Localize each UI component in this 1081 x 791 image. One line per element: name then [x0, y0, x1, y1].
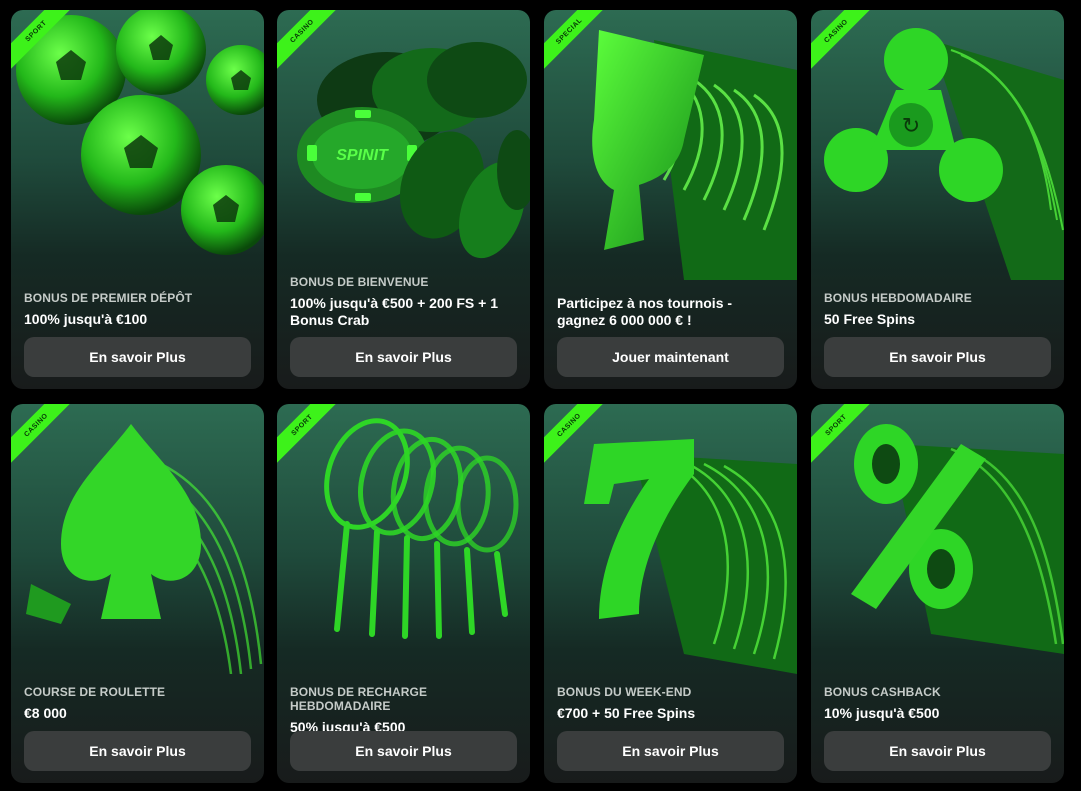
promo-card-first-deposit[interactable]: SPORT BONUS DE PREMIER DÉPÔT 100% jusqu'… — [11, 10, 264, 389]
tennis-rackets-image — [277, 404, 530, 674]
lucky-seven-image — [544, 404, 797, 674]
learn-more-button[interactable]: En savoir Plus — [824, 731, 1051, 771]
play-now-button[interactable]: Jouer maintenant — [557, 337, 784, 377]
trophy-image — [544, 10, 797, 280]
svg-text:↻: ↻ — [902, 114, 920, 139]
promo-card-tournaments[interactable]: SPECIAL Participez à nos tournois - gagn… — [544, 10, 797, 389]
learn-more-button[interactable]: En savoir Plus — [24, 731, 251, 771]
learn-more-button[interactable]: En savoir Plus — [557, 731, 784, 771]
promo-title: €700 + 50 Free Spins — [557, 705, 696, 721]
poker-chips-image: SPINIT — [277, 10, 530, 265]
promo-title: Participez à nos tournois - gagnez 6 000… — [557, 295, 733, 328]
promo-card-weekly-reload[interactable]: SPORT BONUS DE RECHARGE HEBDOMADAIRE 50%… — [277, 404, 530, 783]
promo-title: 100% jusqu'à €500 + 200 FS + 1 Bonus Cra… — [290, 295, 499, 328]
chip-logo-text: SPINIT — [336, 147, 389, 164]
promo-title: 10% jusqu'à €500 — [824, 705, 940, 721]
percent-sign-image — [811, 404, 1064, 674]
promo-card-roulette-race[interactable]: CASINO COURSE DE ROULETTE €8 000 En savo… — [11, 404, 264, 783]
promotions-grid: SPORT BONUS DE PREMIER DÉPÔT 100% jusqu'… — [0, 0, 1081, 791]
promo-card-cashback[interactable]: SPORT BONUS CASHBACK 10% jusqu'à €500 En… — [811, 404, 1064, 783]
promo-card-weekend-bonus[interactable]: CASINO BONUS DU WEEK-END €700 + 50 Free … — [544, 404, 797, 783]
promo-subtitle: BONUS DE PREMIER DÉPÔT — [24, 291, 193, 305]
promo-subtitle: BONUS DU WEEK-END — [557, 685, 692, 699]
promo-title: 100% jusqu'à €100 — [24, 311, 148, 327]
learn-more-button[interactable]: En savoir Plus — [824, 337, 1051, 377]
promo-subtitle: BONUS CASHBACK — [824, 685, 941, 699]
promo-card-welcome-bonus[interactable]: SPINIT CASINO BONUS DE BIENVENUE 100% ju… — [277, 10, 530, 389]
learn-more-button[interactable]: En savoir Plus — [290, 337, 517, 377]
soccer-balls-image — [11, 10, 264, 280]
promo-title: 50 Free Spins — [824, 311, 916, 327]
promo-subtitle: BONUS DE RECHARGE HEBDOMADAIRE — [290, 685, 428, 713]
spade-image — [11, 404, 264, 674]
promo-card-weekly-bonus[interactable]: ↻ CASINO BONUS HEBDOMADAIRE 50 Free Spin… — [811, 10, 1064, 389]
promo-subtitle: BONUS DE BIENVENUE — [290, 275, 429, 289]
promo-subtitle: BONUS HEBDOMADAIRE — [824, 291, 972, 305]
learn-more-button[interactable]: En savoir Plus — [290, 731, 517, 771]
learn-more-button[interactable]: En savoir Plus — [24, 337, 251, 377]
promo-subtitle: COURSE DE ROULETTE — [24, 685, 166, 699]
fidget-spinner-image: ↻ — [811, 10, 1064, 280]
promo-title: €8 000 — [24, 705, 67, 721]
